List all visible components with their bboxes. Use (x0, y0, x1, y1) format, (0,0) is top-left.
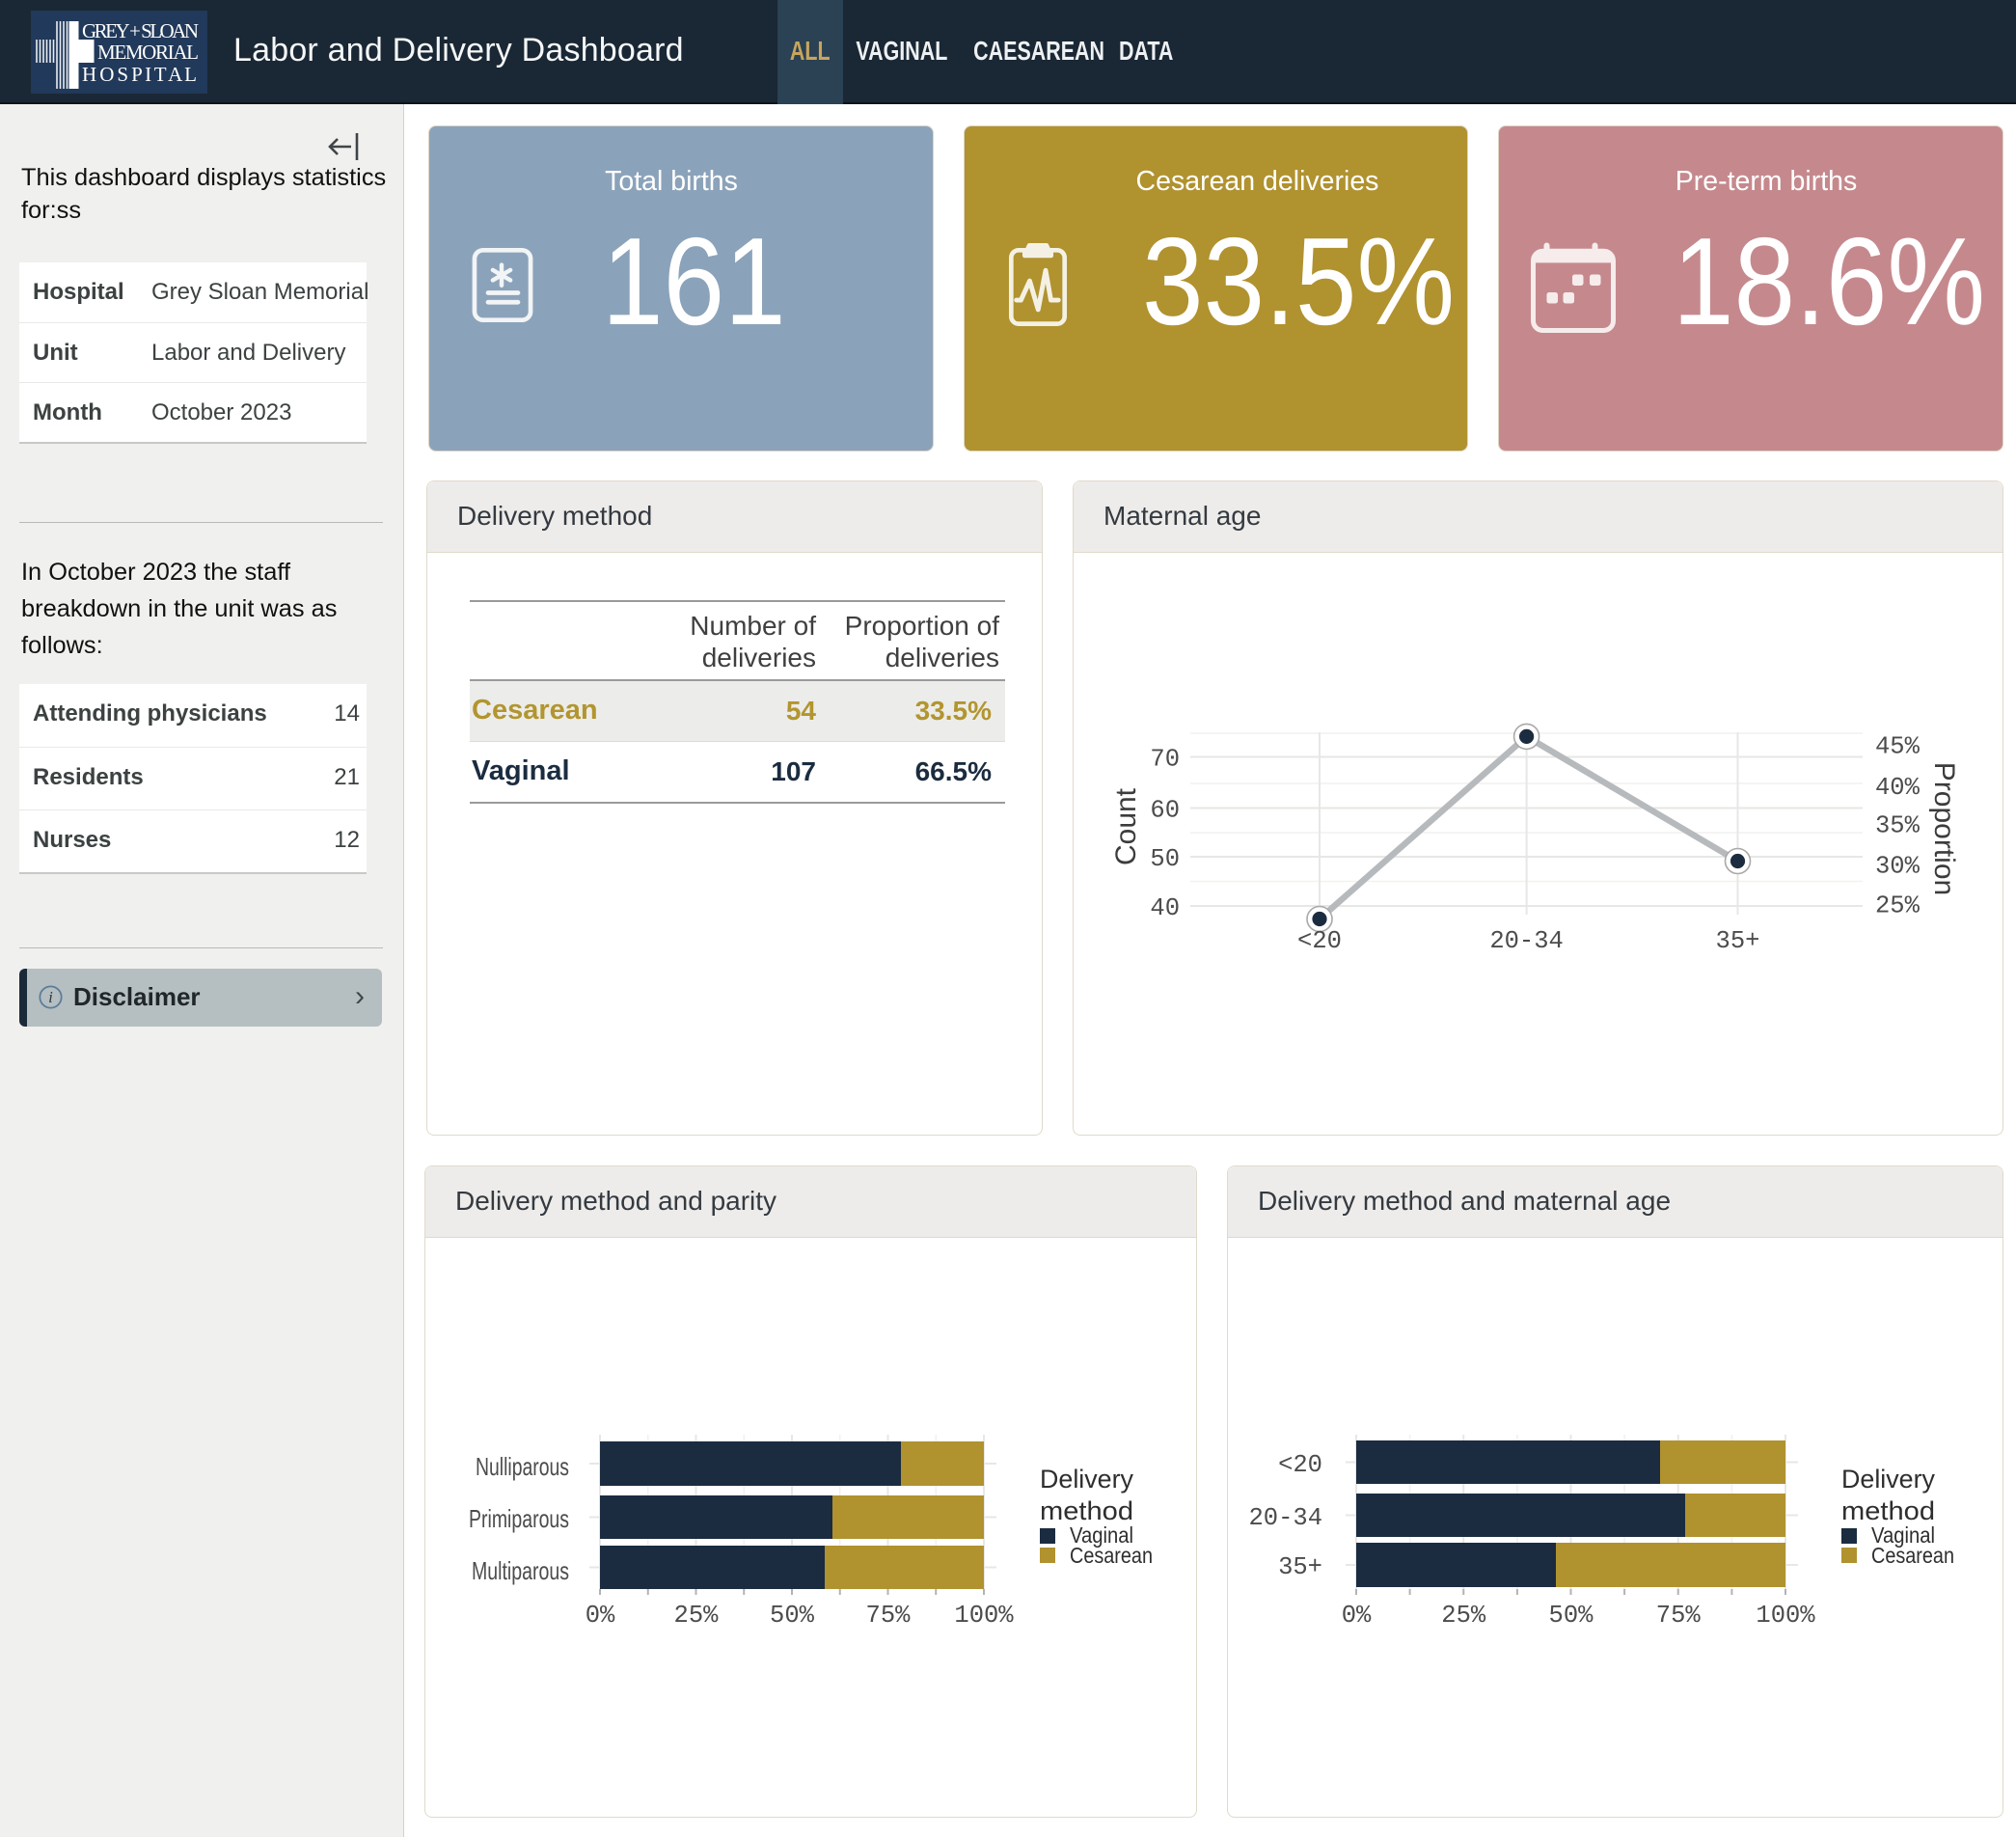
svg-text:50%: 50% (770, 1602, 815, 1630)
svg-text:35+: 35+ (1278, 1553, 1322, 1581)
svg-text:Delivery: Delivery (1841, 1465, 1935, 1494)
svg-text:Primiparous: Primiparous (469, 1504, 569, 1533)
svg-text:Multiparous: Multiparous (472, 1556, 569, 1585)
svg-text:0%: 0% (586, 1602, 615, 1630)
svg-text:35%: 35% (1875, 811, 1921, 839)
svg-text:GREY + SLOAN: GREY + SLOAN (82, 19, 199, 42)
svg-text:Proportion: Proportion (1928, 762, 1960, 895)
svg-text:60: 60 (1150, 797, 1180, 825)
svg-text:0%: 0% (1342, 1602, 1372, 1630)
svg-text:Nulliparous: Nulliparous (476, 1452, 569, 1481)
svg-text:20-34: 20-34 (1489, 927, 1564, 955)
svg-text:<20: <20 (1278, 1451, 1322, 1479)
svg-text:method: method (1841, 1496, 1935, 1525)
svg-text:45%: 45% (1875, 733, 1921, 761)
svg-text:H O S P I T A L: H O S P I T A L (82, 63, 197, 86)
svg-text:35+: 35+ (1716, 927, 1760, 955)
svg-text:method: method (1040, 1496, 1133, 1525)
svg-text:75%: 75% (866, 1602, 912, 1630)
svg-text:100%: 100% (954, 1602, 1014, 1630)
svg-text:30%: 30% (1875, 853, 1921, 881)
svg-text:40: 40 (1150, 894, 1180, 922)
svg-text:75%: 75% (1656, 1602, 1702, 1630)
svg-text:i: i (48, 988, 53, 1006)
svg-text:<20: <20 (1297, 927, 1342, 955)
svg-text:MEMORIAL: MEMORIAL (97, 41, 199, 64)
svg-text:25%: 25% (674, 1602, 720, 1630)
svg-text:20-34: 20-34 (1248, 1504, 1322, 1532)
svg-text:70: 70 (1150, 746, 1180, 774)
svg-text:Delivery: Delivery (1040, 1465, 1133, 1494)
svg-text:50%: 50% (1549, 1602, 1594, 1630)
svg-text:Count: Count (1110, 787, 1142, 865)
svg-text:Cesarean: Cesarean (1070, 1543, 1153, 1568)
svg-text:Cesarean: Cesarean (1871, 1543, 1954, 1568)
svg-text:100%: 100% (1756, 1602, 1815, 1630)
svg-text:50: 50 (1150, 845, 1180, 873)
svg-text:40%: 40% (1875, 774, 1921, 802)
svg-text:25%: 25% (1441, 1602, 1486, 1630)
svg-text:25%: 25% (1875, 891, 1921, 919)
